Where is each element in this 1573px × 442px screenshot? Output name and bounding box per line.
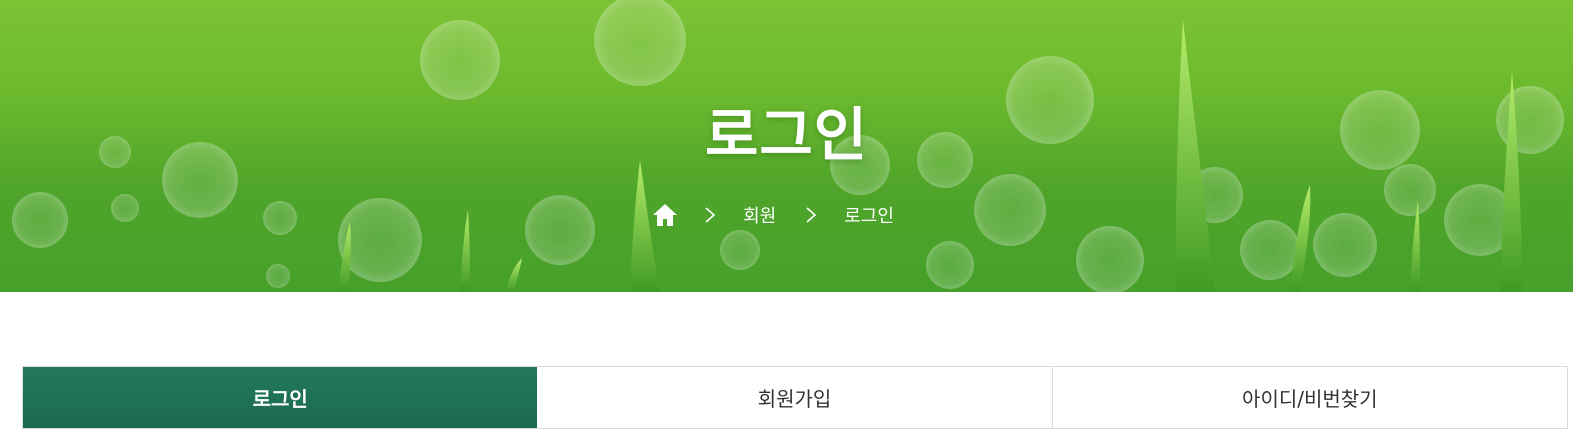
breadcrumb-item-member[interactable]: 회원 [743,202,776,228]
tab-find-account[interactable]: 아이디/비번찾기 [1052,367,1567,428]
tab-signup[interactable]: 회원가입 [537,367,1053,428]
chevron-right-icon [806,207,817,223]
breadcrumb: 회원 로그인 [0,200,1573,230]
home-icon[interactable] [651,201,679,229]
breadcrumb-home[interactable] [651,200,703,230]
page-title: 로그인 [704,101,869,169]
chevron-right-icon [705,207,716,223]
member-tabs: 로그인 회원가입 아이디/비번찾기 [22,366,1568,429]
tab-login[interactable]: 로그인 [23,367,538,428]
breadcrumb-item-login[interactable]: 로그인 [844,202,894,228]
hero-banner: 로그인 회원 로그인 [0,0,1573,292]
